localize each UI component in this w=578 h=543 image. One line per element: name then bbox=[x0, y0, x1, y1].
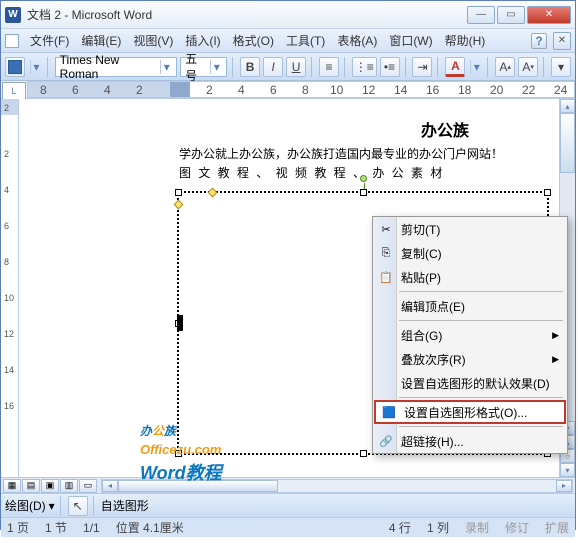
context-menu: ✂剪切(T) ⎘复制(C) 📋粘贴(P) 编辑顶点(E) 组合(G)▶ 叠放次序… bbox=[372, 216, 568, 454]
autoshapes-menu[interactable]: 自选图形 bbox=[101, 497, 149, 514]
menu-help[interactable]: 帮助(H) bbox=[441, 30, 490, 51]
rotate-handle-icon[interactable] bbox=[360, 175, 367, 182]
resize-handle[interactable] bbox=[360, 189, 367, 196]
paste-icon: 📋 bbox=[378, 269, 394, 285]
ctx-copy[interactable]: ⎘复制(C) bbox=[373, 241, 567, 265]
font-size-select[interactable]: 五号▾ bbox=[180, 57, 227, 77]
draw-menu[interactable]: 绘图(D) bbox=[5, 497, 46, 514]
save-button[interactable] bbox=[5, 57, 25, 77]
formatting-toolbar: ▾ Times New Roman▾ 五号▾ B I U ≡ ⋮≡ •≡ ⇥ A… bbox=[1, 53, 575, 81]
bold-button[interactable]: B bbox=[240, 57, 260, 77]
toolbar-options-button[interactable]: ▾ bbox=[551, 57, 571, 77]
ctx-cut[interactable]: ✂剪切(T) bbox=[373, 217, 567, 241]
close-button[interactable]: ✕ bbox=[527, 6, 571, 24]
underline-button[interactable]: U bbox=[286, 57, 306, 77]
cut-icon: ✂ bbox=[378, 221, 394, 237]
font-size-value: 五号 bbox=[185, 50, 208, 84]
ruler-corner[interactable]: L bbox=[2, 82, 26, 100]
menu-format[interactable]: 格式(O) bbox=[229, 30, 278, 51]
scroll-right-button[interactable]: ▸ bbox=[556, 480, 572, 492]
hyperlink-icon: 🔗 bbox=[378, 433, 394, 449]
view-web-button[interactable]: ▤ bbox=[22, 479, 40, 493]
format-shape-icon: 🟦 bbox=[381, 404, 397, 420]
system-menu-icon[interactable] bbox=[5, 34, 19, 48]
submenu-arrow-icon: ▶ bbox=[552, 330, 559, 341]
italic-button[interactable]: I bbox=[263, 57, 283, 77]
indent-button[interactable]: ⇥ bbox=[412, 57, 432, 77]
resize-handle[interactable] bbox=[175, 189, 182, 196]
title-text: 文档 2 - Microsoft Word bbox=[27, 6, 465, 23]
ctx-order[interactable]: 叠放次序(R)▶ bbox=[373, 347, 567, 371]
ctx-edit-points[interactable]: 编辑顶点(E) bbox=[373, 294, 567, 318]
ctx-hyperlink[interactable]: 🔗超链接(H)... bbox=[373, 429, 567, 453]
ctx-group[interactable]: 组合(G)▶ bbox=[373, 323, 567, 347]
doc-line: 学办公就上办公族，办公族打造国内最专业的办公门户网站！ bbox=[179, 145, 549, 164]
doc-title: 办公族 bbox=[29, 119, 549, 145]
bullets-button[interactable]: •≡ bbox=[380, 57, 400, 77]
adjust-handle[interactable] bbox=[208, 188, 218, 198]
save-dropdown[interactable]: ▾ bbox=[30, 60, 42, 74]
status-page: 1 页 bbox=[7, 519, 29, 536]
menu-window[interactable]: 窗口(W) bbox=[385, 30, 436, 51]
status-line: 4 行 bbox=[389, 519, 411, 536]
view-print-button[interactable]: ▣ bbox=[41, 479, 59, 493]
next-page-button[interactable]: ▾ bbox=[560, 463, 575, 477]
save-icon bbox=[8, 60, 22, 74]
scroll-up-button[interactable]: ▴ bbox=[560, 99, 575, 113]
menu-insert[interactable]: 插入(I) bbox=[181, 30, 224, 51]
statusbar: 1 页 1 节 1/1 位置 4.1厘米 4 行 1 列 录制 修订 扩展 bbox=[1, 517, 575, 537]
horizontal-ruler[interactable]: 86 42 24 68 1012 1416 1820 2224 bbox=[27, 81, 575, 98]
submenu-arrow-icon: ▶ bbox=[552, 354, 559, 365]
font-name-value: Times New Roman bbox=[60, 53, 159, 81]
adjust-handle[interactable] bbox=[174, 200, 184, 210]
menubar: 文件(F) 编辑(E) 视图(V) 插入(I) 格式(O) 工具(T) 表格(A… bbox=[1, 29, 575, 53]
menu-table[interactable]: 表格(A) bbox=[333, 30, 381, 51]
menu-tools[interactable]: 工具(T) bbox=[282, 30, 329, 51]
copy-icon: ⎘ bbox=[378, 245, 394, 261]
select-objects-button[interactable]: ↖ bbox=[68, 496, 88, 516]
numbering-button[interactable]: ⋮≡ bbox=[352, 57, 377, 77]
status-rec: 录制 bbox=[465, 519, 489, 536]
vertical-ruler[interactable]: 2 24 68 1012 1416 bbox=[1, 99, 19, 477]
font-color-dropdown[interactable]: ▾ bbox=[470, 60, 482, 74]
scroll-left-button[interactable]: ◂ bbox=[102, 480, 118, 492]
horizontal-ruler-row: L 86 42 24 68 1012 1416 1820 2224 bbox=[1, 81, 575, 99]
font-color-button[interactable]: A bbox=[445, 57, 465, 77]
font-name-select[interactable]: Times New Roman▾ bbox=[55, 57, 178, 77]
horizontal-scroll-row: ▦ ▤ ▣ ▥ ▭ ◂ ▸ bbox=[1, 477, 575, 493]
menu-file[interactable]: 文件(F) bbox=[26, 30, 73, 51]
status-pages: 1/1 bbox=[83, 521, 100, 535]
ctx-paste[interactable]: 📋粘贴(P) bbox=[373, 265, 567, 289]
app-icon: W bbox=[5, 7, 21, 23]
menubar-close-button[interactable]: ✕ bbox=[553, 32, 571, 50]
menu-edit[interactable]: 编辑(E) bbox=[77, 30, 125, 51]
text-cursor bbox=[177, 315, 183, 331]
watermark: 办公族 Officezu.com Word教程 bbox=[140, 410, 222, 485]
maximize-button[interactable]: ▭ bbox=[497, 6, 525, 24]
align-button[interactable]: ≡ bbox=[319, 57, 339, 77]
scroll-thumb[interactable] bbox=[560, 113, 575, 173]
status-rev: 修订 bbox=[505, 519, 529, 536]
ctx-format-autoshape[interactable]: 🟦设置自选图形格式(O)... bbox=[374, 400, 566, 424]
grow-font-button[interactable]: A▴ bbox=[495, 57, 515, 77]
drawing-toolbar: 绘图(D)▾ ↖ 自选图形 bbox=[1, 493, 575, 517]
help-question-icon[interactable]: ? bbox=[531, 33, 547, 49]
view-reading-button[interactable]: ▭ bbox=[79, 479, 97, 493]
minimize-button[interactable]: — bbox=[467, 6, 495, 24]
view-outline-button[interactable]: ▥ bbox=[60, 479, 78, 493]
status-ext: 扩展 bbox=[545, 519, 569, 536]
ctx-set-defaults[interactable]: 设置自选图形的默认效果(D) bbox=[373, 371, 567, 395]
shrink-font-button[interactable]: A▾ bbox=[518, 57, 538, 77]
titlebar: W 文档 2 - Microsoft Word — ▭ ✕ bbox=[1, 1, 575, 29]
status-col: 1 列 bbox=[427, 519, 449, 536]
resize-handle[interactable] bbox=[544, 189, 551, 196]
status-position: 位置 4.1厘米 bbox=[116, 519, 184, 536]
status-section: 1 节 bbox=[45, 519, 67, 536]
resize-handle[interactable] bbox=[360, 450, 367, 457]
menu-view[interactable]: 视图(V) bbox=[129, 30, 177, 51]
view-normal-button[interactable]: ▦ bbox=[3, 479, 21, 493]
